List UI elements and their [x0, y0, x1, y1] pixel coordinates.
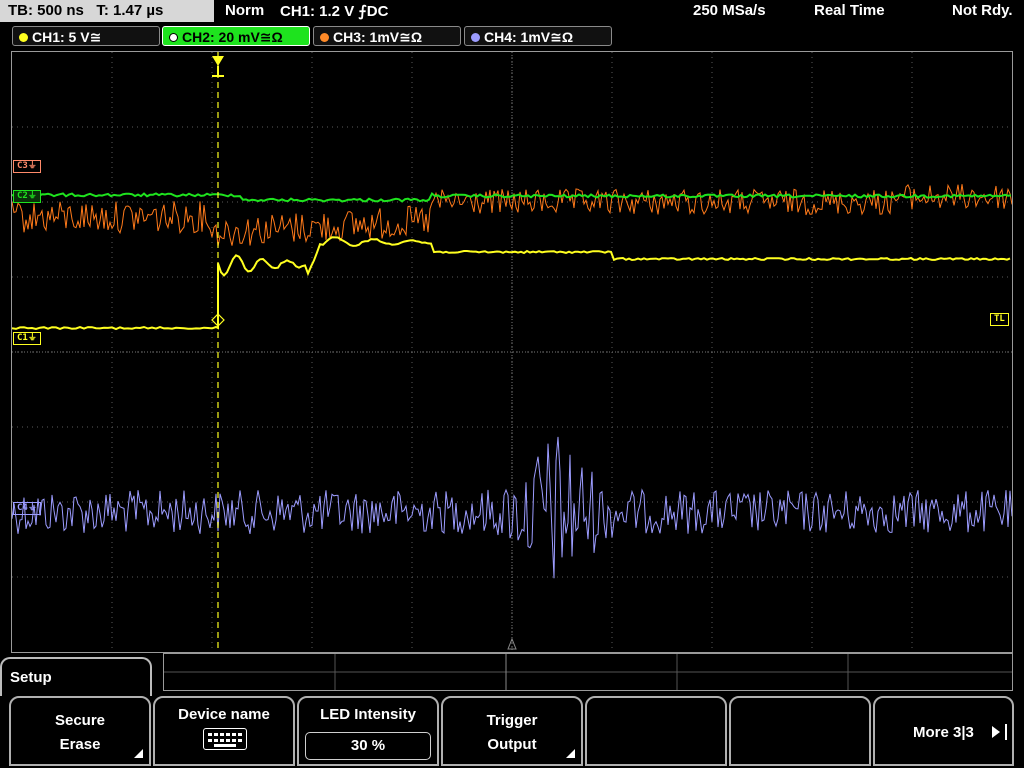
- ch2-dot-icon: [169, 33, 178, 42]
- led-intensity-label: LED Intensity: [320, 706, 416, 723]
- trigger-level-marker[interactable]: TL: [990, 313, 1009, 326]
- more-menu-label: More 3|3: [913, 724, 974, 741]
- channel-1-tab[interactable]: CH1: 5 V≅: [12, 26, 160, 46]
- keyboard-icon: [203, 728, 247, 750]
- lower-info-panel: [163, 653, 1013, 691]
- channel-2-label: CH2: 20 mV≅Ω: [182, 29, 283, 45]
- led-intensity-button[interactable]: LED Intensity 30 %: [297, 696, 439, 766]
- acquisition-status: Not Rdy.: [952, 2, 1013, 19]
- trigger-mode[interactable]: Norm: [225, 2, 264, 19]
- timebase-box[interactable]: TB: 500 ns T: 1.47 µs: [0, 0, 214, 22]
- channel-4-tab[interactable]: CH4: 1mV≅Ω: [464, 26, 612, 46]
- led-intensity-value: 30 %: [305, 732, 431, 760]
- menu-title-setup: Setup: [0, 657, 152, 697]
- trigger-output-line1: Trigger: [486, 712, 538, 729]
- waveform-canvas[interactable]: [12, 52, 1012, 652]
- ch3-dot-icon: [320, 33, 329, 42]
- device-name-label: Device name: [178, 706, 270, 723]
- softkey-bar: Secure Erase Device name LED Intensity 3…: [0, 696, 1024, 768]
- secure-erase-line1: Secure: [54, 712, 106, 729]
- more-menu-button[interactable]: More 3|3: [873, 696, 1014, 766]
- secure-erase-button[interactable]: Secure Erase: [9, 696, 151, 766]
- softkey-empty-5[interactable]: [585, 696, 727, 766]
- secure-erase-line2: Erase: [59, 736, 101, 753]
- timebase-readout: TB: 500 ns: [8, 2, 84, 19]
- play-arrow-icon: [992, 726, 1000, 738]
- submenu-corner-icon: [566, 749, 575, 758]
- ch2-ground-marker[interactable]: C2⏚: [13, 190, 41, 203]
- status-bar: TB: 500 ns T: 1.47 µs Norm CH1: 1.2 V ⨍D…: [0, 0, 1024, 24]
- trigger-source[interactable]: CH1: 1.2 V ⨍DC: [280, 2, 388, 20]
- ch1-ground-marker[interactable]: C1⏚: [13, 332, 41, 345]
- channel-4-label: CH4: 1mV≅Ω: [484, 29, 574, 45]
- channel-3-tab[interactable]: CH3: 1mV≅Ω: [313, 26, 461, 46]
- ch4-dot-icon: [471, 33, 480, 42]
- waveform-display[interactable]: C3⏚ C2⏚ C1⏚ C4⏚ TL: [11, 51, 1013, 653]
- ch3-ground-marker[interactable]: C3⏚: [13, 160, 41, 173]
- channel-3-label: CH3: 1mV≅Ω: [333, 29, 423, 45]
- channel-bar: CH1: 5 V≅ CH2: 20 mV≅Ω CH3: 1mV≅Ω CH4: 1…: [0, 26, 1024, 48]
- device-name-button[interactable]: Device name: [153, 696, 295, 766]
- ch4-ground-marker[interactable]: C4⏚: [13, 502, 41, 515]
- ch1-dot-icon: [19, 33, 28, 42]
- lower-panel-grid: [164, 654, 1012, 690]
- channel-2-tab[interactable]: CH2: 20 mV≅Ω: [162, 26, 310, 46]
- ch1-waveform: [12, 236, 1011, 331]
- trigger-output-line2: Output: [487, 736, 537, 753]
- trigger-output-button[interactable]: Trigger Output: [441, 696, 583, 766]
- sample-rate: 250 MSa/s: [693, 2, 766, 19]
- trigger-marker-icon: [212, 56, 224, 66]
- channel-1-label: CH1: 5 V≅: [32, 29, 102, 45]
- softkey-empty-6[interactable]: [729, 696, 871, 766]
- submenu-corner-icon: [134, 749, 143, 758]
- arrow-bar-icon: [1005, 724, 1007, 740]
- acquisition-mode[interactable]: Real Time: [814, 2, 885, 19]
- trigger-time-readout: T: 1.47 µs: [96, 2, 164, 19]
